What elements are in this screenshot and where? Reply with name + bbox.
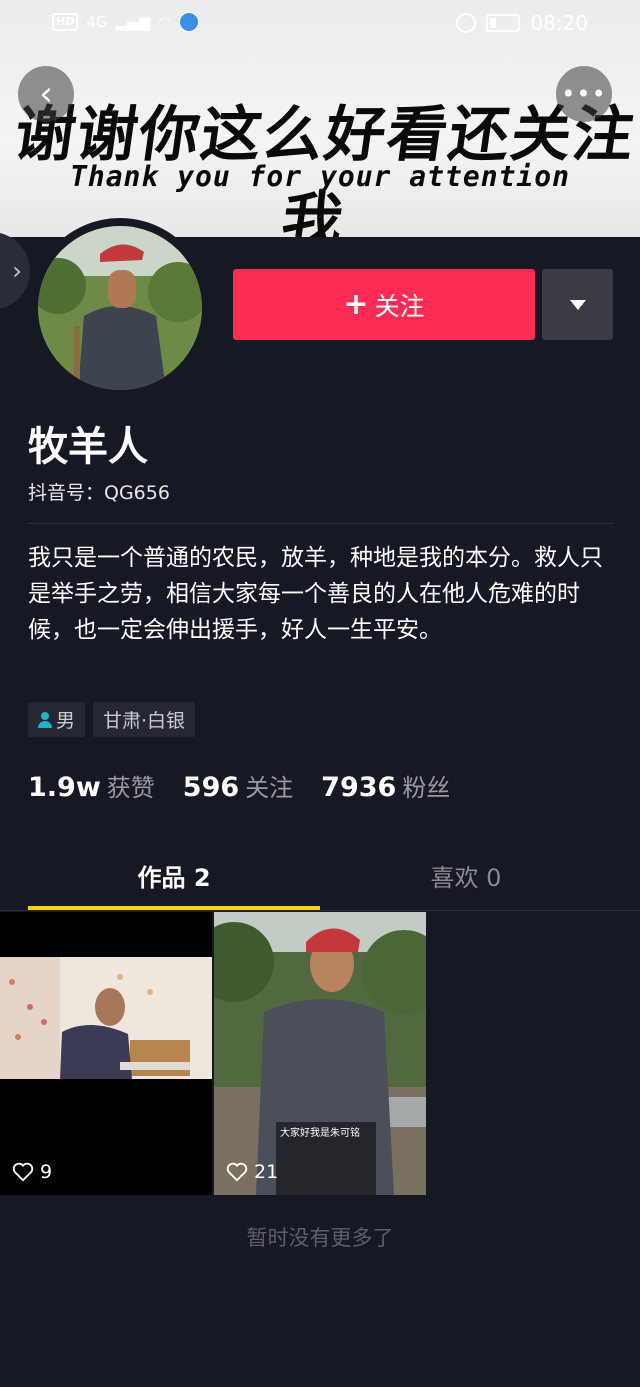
gender-tag: 男	[28, 702, 86, 737]
follow-label: 关注	[374, 291, 425, 321]
no-more-content-label: 暂时没有更多了	[246, 1226, 394, 1250]
douyin-id: 抖音号：QG656	[28, 482, 170, 504]
hd-icon: HD	[52, 13, 79, 31]
wifi-icon: ◠	[158, 13, 172, 31]
location-tag: 甘肃·白银	[93, 702, 196, 737]
video-thumbnail[interactable]: 大家好我是朱可铭 21	[214, 912, 426, 1195]
stat-following[interactable]: 596 关注	[183, 768, 293, 803]
signal-icon: ▂▄▆	[115, 13, 151, 31]
like-count: 9	[12, 1161, 52, 1183]
video-thumbnail[interactable]: 9	[0, 912, 212, 1195]
stat-label: 关注	[245, 774, 294, 802]
stat-followers[interactable]: 7936 粉丝	[321, 768, 450, 803]
caret-down-icon	[569, 299, 586, 310]
browser-icon	[179, 12, 200, 32]
alarm-icon	[456, 13, 477, 33]
banner-subtitle: Thank you for your attention	[69, 160, 570, 193]
stat-value: 1.9w	[28, 772, 101, 803]
more-icon: •••	[561, 80, 607, 108]
follow-button[interactable]: + 关注	[233, 269, 535, 340]
like-count: 21	[226, 1161, 278, 1183]
bio: 我只是一个普通的农民，放羊，种地是我的本分。救人只是举手之劳，相信大家每一个善良…	[28, 545, 603, 643]
nickname: 牧羊人	[28, 424, 148, 470]
gender-label: 男	[56, 710, 76, 732]
status-bar: HD 4G ▂▄▆ ◠ 08:20	[0, 0, 640, 48]
video-caption: 大家好我是朱可铭	[280, 1128, 360, 1139]
video-grid: 9 大家好我是朱可铭 21	[0, 912, 640, 1195]
heart-icon	[226, 1162, 248, 1182]
content-tabs: 作品 2 喜欢 0	[0, 848, 640, 911]
location-label: 甘肃·白银	[103, 710, 186, 732]
back-button[interactable]: ‹	[18, 66, 74, 122]
recommend-dropdown-button[interactable]	[542, 269, 613, 340]
network-type-label: 4G	[86, 13, 108, 31]
tab-works[interactable]: 作品 2	[28, 858, 320, 893]
active-tab-indicator	[28, 906, 320, 910]
clock-time: 08:20	[530, 11, 588, 35]
stat-value: 596	[182, 772, 240, 803]
divider	[28, 523, 614, 524]
like-count-value: 9	[40, 1161, 53, 1183]
battery-icon	[486, 14, 521, 32]
side-drawer-handle[interactable]: ›	[0, 232, 30, 310]
avatar[interactable]	[38, 226, 202, 390]
person-icon	[38, 711, 52, 728]
back-icon: ‹	[39, 74, 53, 114]
heart-icon	[12, 1162, 34, 1182]
like-count-value: 21	[254, 1161, 279, 1183]
profile-tags: 男 甘肃·白银	[28, 702, 196, 737]
profile-stats: 1.9w 获赞 596 关注 7936 粉丝	[28, 768, 450, 803]
stat-likes[interactable]: 1.9w 获赞	[28, 768, 155, 803]
chevron-right-icon: ›	[12, 257, 22, 285]
stat-label: 获赞	[106, 774, 155, 802]
plus-icon: +	[343, 287, 369, 322]
more-options-button[interactable]: •••	[556, 66, 612, 122]
stat-value: 7936	[321, 772, 397, 803]
stat-label: 粉丝	[402, 774, 451, 802]
tab-likes[interactable]: 喜欢 0	[320, 858, 612, 893]
